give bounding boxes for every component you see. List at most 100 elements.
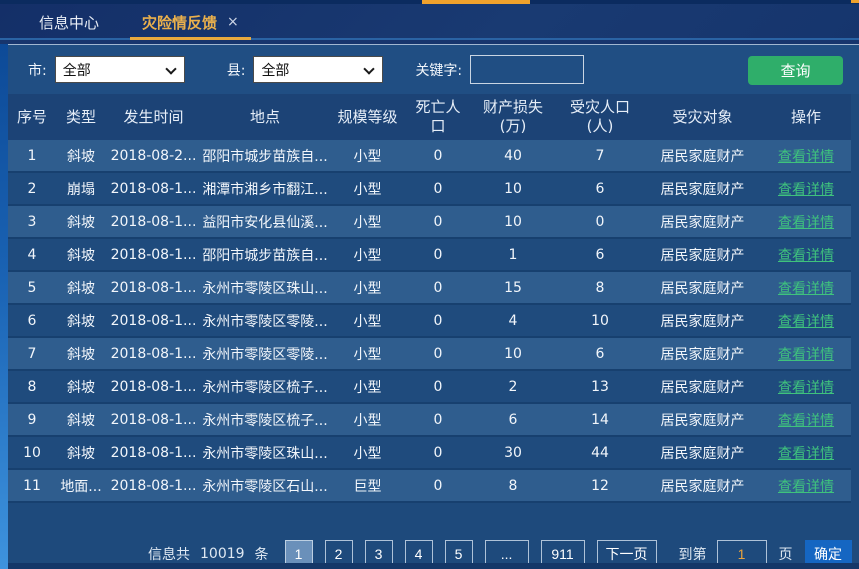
header-cell: 类型: [56, 94, 106, 140]
pagination-bar: 信息共 10019 条 12345...911 下一页 到第 页 确定: [0, 503, 859, 569]
cell-property-loss: 15: [470, 272, 556, 303]
cell-affected-population: 7: [556, 140, 644, 171]
cell-index: 2: [8, 173, 56, 204]
chevron-down-icon: [364, 63, 375, 74]
view-details-link[interactable]: 查看详情: [778, 212, 834, 232]
cell-place: 益阳市安化县仙溪...: [201, 206, 329, 237]
county-select[interactable]: 全部: [253, 56, 383, 83]
cell-place: 湘潭市湘乡市翻江...: [201, 173, 329, 204]
cell-affected-population: 6: [556, 173, 644, 204]
cell-type: 斜坡: [56, 272, 106, 303]
close-icon[interactable]: ×: [227, 15, 239, 29]
cell-property-loss: 40: [470, 140, 556, 171]
header-cell: 规模等级: [329, 94, 406, 140]
cell-type: 地面...: [56, 470, 106, 501]
cell-affected-population: 14: [556, 404, 644, 435]
cell-time: 2018-08-1...: [106, 371, 201, 402]
cell-type: 斜坡: [56, 338, 106, 369]
cell-affected-population: 6: [556, 239, 644, 270]
cell-time: 2018-08-1...: [106, 239, 201, 270]
left-accent-strip: [0, 44, 8, 569]
cell-action: 查看详情: [761, 206, 851, 237]
cell-affected-population: 44: [556, 437, 644, 468]
city-select[interactable]: 全部: [55, 56, 185, 83]
keyword-label: 关键字:: [415, 60, 462, 80]
search-button[interactable]: 查询: [748, 56, 843, 85]
cell-type: 斜坡: [56, 305, 106, 336]
header-cell: 序号: [8, 94, 56, 140]
chevron-down-icon: [165, 63, 176, 74]
cell-type: 斜坡: [56, 140, 106, 171]
cell-scale: 小型: [329, 173, 406, 204]
cell-place: 邵阳市城步苗族自...: [201, 140, 329, 171]
cell-index: 10: [8, 437, 56, 468]
cell-place: 永州市零陵区梳子...: [201, 404, 329, 435]
total-count: 10019: [200, 546, 245, 562]
cell-affected-population: 8: [556, 272, 644, 303]
cell-action: 查看详情: [761, 239, 851, 270]
cell-affected-object: 居民家庭财产: [644, 470, 761, 501]
filter-bar: 市: 全部 县: 全部 关键字: 查询: [0, 44, 859, 94]
keyword-input[interactable]: [470, 55, 584, 84]
view-details-link[interactable]: 查看详情: [778, 410, 834, 430]
disaster-feedback-window: 信息中心 灾险情反馈 × 市: 全部 县: 全部 关键字: 查询 序号类型发生时…: [0, 0, 859, 569]
cell-affected-object: 居民家庭财产: [644, 272, 761, 303]
cell-scale: 小型: [329, 305, 406, 336]
cell-action: 查看详情: [761, 338, 851, 369]
view-details-link[interactable]: 查看详情: [778, 245, 834, 265]
top-orange-accent-right: [851, 0, 859, 3]
cell-place: 永州市零陵区珠山...: [201, 437, 329, 468]
cell-action: 查看详情: [761, 437, 851, 468]
cell-affected-object: 居民家庭财产: [644, 305, 761, 336]
cell-place: 永州市零陵区珠山...: [201, 272, 329, 303]
view-details-link[interactable]: 查看详情: [778, 344, 834, 364]
cell-scale: 巨型: [329, 470, 406, 501]
view-details-link[interactable]: 查看详情: [778, 377, 834, 397]
cell-scale: 小型: [329, 437, 406, 468]
cell-deaths: 0: [406, 470, 470, 501]
tab-disaster-feedback[interactable]: 灾险情反馈 ×: [128, 4, 253, 40]
view-details-link[interactable]: 查看详情: [778, 476, 834, 496]
cell-action: 查看详情: [761, 470, 851, 501]
city-select-value: 全部: [63, 60, 91, 80]
cell-index: 11: [8, 470, 56, 501]
cell-time: 2018-08-2...: [106, 140, 201, 171]
cell-deaths: 0: [406, 404, 470, 435]
info-unit: 条: [255, 544, 269, 564]
info-prefix: 信息共: [148, 544, 190, 564]
table-row: 4斜坡2018-08-1...邵阳市城步苗族自...小型016居民家庭财产查看详…: [8, 239, 851, 272]
cell-property-loss: 1: [470, 239, 556, 270]
cell-action: 查看详情: [761, 305, 851, 336]
cell-action: 查看详情: [761, 272, 851, 303]
view-details-link[interactable]: 查看详情: [778, 146, 834, 166]
view-details-link[interactable]: 查看详情: [778, 179, 834, 199]
cell-scale: 小型: [329, 140, 406, 171]
cell-property-loss: 30: [470, 437, 556, 468]
cell-scale: 小型: [329, 272, 406, 303]
cell-affected-population: 10: [556, 305, 644, 336]
view-details-link[interactable]: 查看详情: [778, 443, 834, 463]
cell-action: 查看详情: [761, 371, 851, 402]
cell-affected-population: 6: [556, 338, 644, 369]
cell-affected-object: 居民家庭财产: [644, 173, 761, 204]
cell-deaths: 0: [406, 206, 470, 237]
cell-deaths: 0: [406, 239, 470, 270]
goto-prefix: 到第: [679, 544, 707, 564]
cell-type: 斜坡: [56, 404, 106, 435]
tab-info-center[interactable]: 信息中心: [10, 4, 128, 40]
table-row: 2崩塌2018-08-1...湘潭市湘乡市翻江...小型0106居民家庭财产查看…: [8, 173, 851, 206]
cell-deaths: 0: [406, 272, 470, 303]
view-details-link[interactable]: 查看详情: [778, 278, 834, 298]
goto-suffix: 页: [779, 544, 793, 564]
table-row: 9斜坡2018-08-1...永州市零陵区梳子...小型0614居民家庭财产查看…: [8, 404, 851, 437]
table-row: 3斜坡2018-08-1...益阳市安化县仙溪...小型0100居民家庭财产查看…: [8, 206, 851, 239]
view-details-link[interactable]: 查看详情: [778, 311, 834, 331]
data-table: 序号类型发生时间地点规模等级死亡人口财产损失(万)受灾人口(人)受灾对象操作 1…: [8, 94, 851, 503]
cell-affected-object: 居民家庭财产: [644, 404, 761, 435]
cell-deaths: 0: [406, 338, 470, 369]
cell-affected-object: 居民家庭财产: [644, 239, 761, 270]
tab-label: 灾险情反馈: [142, 12, 217, 33]
cell-property-loss: 10: [470, 338, 556, 369]
cell-affected-population: 13: [556, 371, 644, 402]
cell-time: 2018-08-1...: [106, 404, 201, 435]
